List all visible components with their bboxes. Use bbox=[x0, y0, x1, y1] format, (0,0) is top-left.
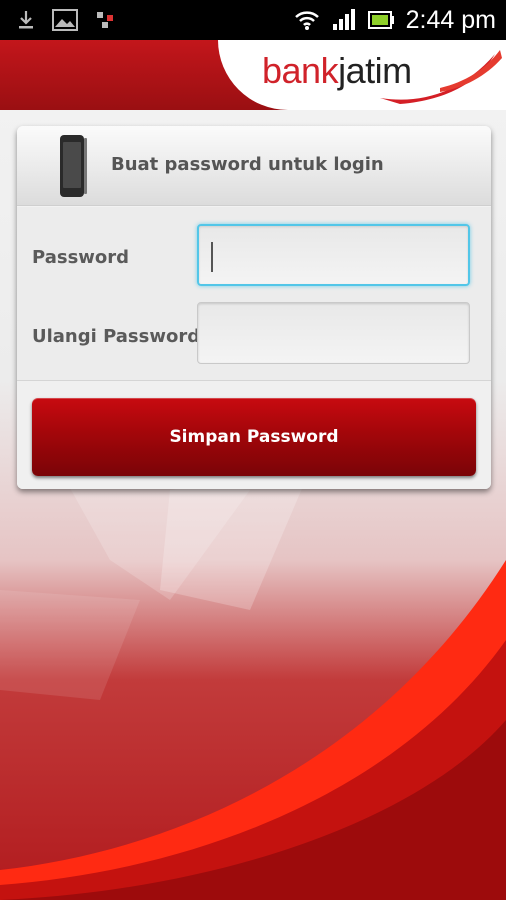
app-header: bankjatim bbox=[0, 40, 506, 110]
password-card: Buat password untuk login Password Ulang… bbox=[17, 126, 491, 489]
password-label: Password bbox=[32, 247, 130, 268]
battery-icon bbox=[367, 11, 394, 29]
download-icon bbox=[18, 10, 34, 30]
card-title: Buat password untuk login bbox=[111, 154, 384, 175]
wifi-icon bbox=[294, 9, 320, 31]
save-password-button[interactable]: Simpan Password bbox=[32, 398, 476, 476]
confirm-password-field[interactable] bbox=[197, 302, 470, 364]
status-bar: 2:44 pm bbox=[0, 0, 506, 40]
logo-swoosh-icon bbox=[380, 50, 502, 104]
status-time: 2:44 pm bbox=[405, 5, 496, 34]
signal-icon bbox=[332, 9, 356, 31]
notification-icon bbox=[96, 11, 114, 29]
text-caret bbox=[211, 242, 213, 272]
confirm-password-label: Ulangi Password bbox=[32, 326, 201, 347]
form-body: Password Ulangi Password bbox=[17, 207, 491, 381]
logo-part-bank: bank bbox=[262, 50, 339, 91]
phone-icon bbox=[60, 135, 87, 197]
image-icon bbox=[52, 9, 78, 31]
card-header: Buat password untuk login bbox=[17, 126, 491, 206]
password-field[interactable] bbox=[197, 224, 470, 286]
button-area: Simpan Password bbox=[17, 381, 491, 489]
